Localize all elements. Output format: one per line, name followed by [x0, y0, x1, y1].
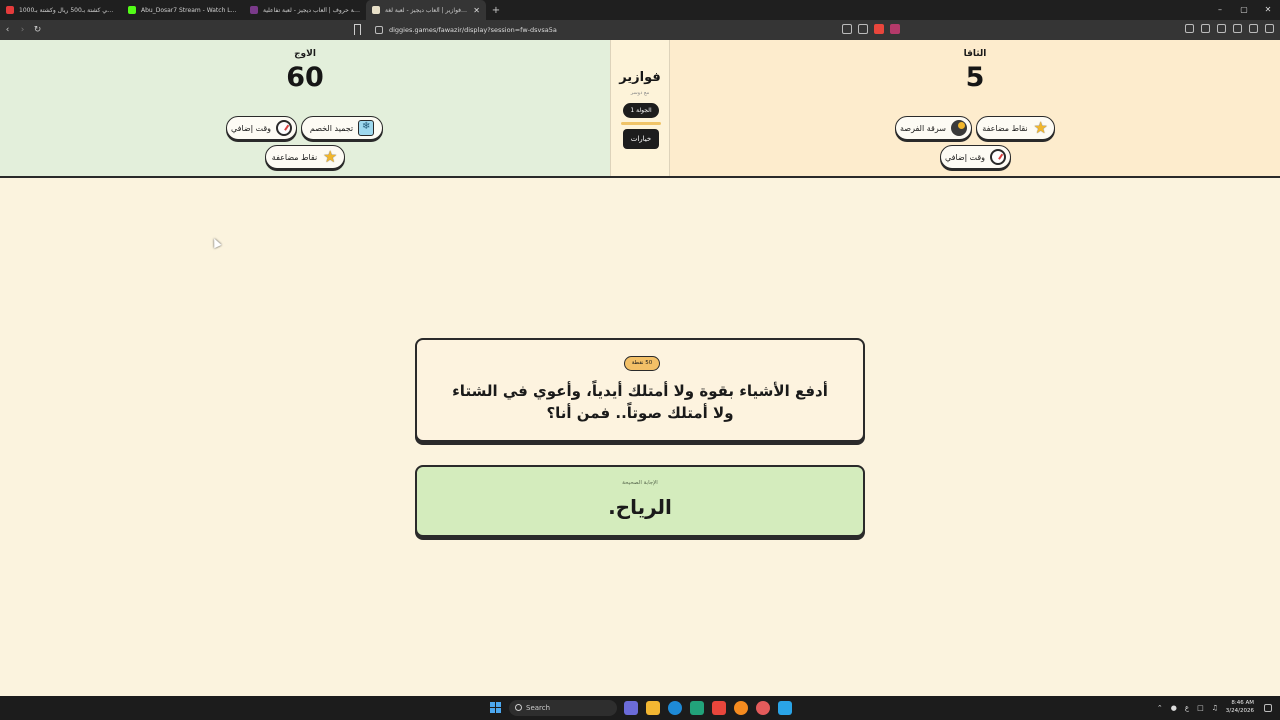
language-icon[interactable]: ع: [1185, 704, 1189, 712]
share-icon[interactable]: [858, 24, 868, 34]
taskbar-app-icon[interactable]: [690, 701, 704, 715]
taskbar-apps: [624, 701, 792, 715]
notification-icon[interactable]: [1264, 704, 1272, 712]
tab-favicon-icon: [128, 6, 136, 14]
powerup-label: وقت إضافي: [944, 152, 986, 162]
start-button[interactable]: [490, 702, 501, 713]
network-icon[interactable]: □: [1197, 704, 1204, 712]
team-name: الثاقا: [963, 49, 987, 59]
browser-tab[interactable]: فالكونز في كشتة بـ500 ريال وكشتة بـ1000: [0, 0, 122, 20]
taskbar-app-icon[interactable]: [624, 701, 638, 715]
taskbar-clock[interactable]: 8:46 AM 3/24/2026: [1226, 699, 1254, 715]
maximize-button[interactable]: ▢: [1232, 0, 1256, 20]
browser-tab-strip: فالكونز في كشتة بـ500 ريال وكشتة بـ1000 …: [0, 0, 1280, 20]
browser-tab-active[interactable]: لعبة فوازير | ألعاب ديجيز - لعبة لغة ✕: [366, 0, 486, 20]
taskbar-app-icon[interactable]: [734, 701, 748, 715]
app-subtitle: مع دوسر: [630, 90, 650, 96]
taskbar-app-icon[interactable]: [778, 701, 792, 715]
scoreboard: الاوج 60 وقت إضافي ❄ تجميد الخصم ★ نقاط …: [0, 40, 1280, 178]
edge-icon[interactable]: [668, 701, 682, 715]
translate-icon[interactable]: [842, 24, 852, 34]
app-title: فوازير: [619, 70, 661, 85]
options-button[interactable]: خيارات: [623, 129, 659, 149]
taskbar: Search ⌃ ● ع □ ♫ 8:46 AM 3/24/2026: [0, 696, 1280, 720]
game-center-panel: فوازير مع دوسر الجولة 1 خيارات: [610, 40, 670, 176]
sidebar-icon[interactable]: [1201, 24, 1210, 33]
minimize-button[interactable]: –: [1208, 0, 1232, 20]
double-points-button[interactable]: ★ نقاط مضاعفة: [265, 145, 345, 169]
reader-icon[interactable]: [1185, 24, 1194, 33]
team-panel-left: الاوج 60 وقت إضافي ❄ تجميد الخصم ★ نقاط …: [0, 40, 610, 176]
question-card: 50 نقطة أدفع الأشياء بقوة ولا أمتلك أيدي…: [415, 338, 865, 442]
new-tab-button[interactable]: +: [486, 5, 506, 16]
taskbar-search[interactable]: Search: [509, 700, 617, 716]
steal-turn-button[interactable]: سرقة الفرصة: [895, 116, 972, 140]
bookmark-icon[interactable]: [354, 24, 361, 35]
brave-shields-icon[interactable]: [874, 24, 884, 34]
extra-time-button[interactable]: وقت إضافي: [940, 145, 1011, 169]
reload-icon[interactable]: ↻: [30, 25, 45, 35]
tab-close-icon[interactable]: ✕: [473, 6, 480, 15]
vpn-icon[interactable]: [1249, 24, 1258, 33]
tab-title: Abu_Dosar7 Stream - Watch Live on Kick: [141, 6, 238, 14]
url-field[interactable]: diggies.games/fawazir/display?session=fw…: [389, 20, 557, 40]
mouse-cursor-icon: [210, 236, 222, 249]
clock-icon: [276, 120, 293, 136]
team-panel-right: الثاقا 5 سرقة الفرصة ★ نقاط مضاعفة وقت إ…: [670, 40, 1280, 176]
brave-rewards-icon[interactable]: [890, 24, 900, 34]
system-tray: ⌃ ● ع □ ♫: [1157, 696, 1218, 720]
points-badge: 50 نقطة: [624, 356, 660, 371]
address-actions: [842, 24, 900, 34]
powerup-label: تجميد الخصم: [309, 123, 354, 133]
powerup-label: سرقة الفرصة: [900, 123, 946, 133]
brave-icon[interactable]: [712, 701, 726, 715]
browser-tools: [1185, 24, 1274, 33]
team-score: 5: [965, 62, 985, 93]
team-name: الاوج: [294, 49, 316, 59]
extra-time-button[interactable]: وقت إضافي: [226, 116, 297, 140]
clock-icon: [990, 149, 1007, 165]
question-text: أدفع الأشياء بقوة ولا أمتلك أيدياً، وأعو…: [452, 382, 828, 422]
tab-title: لعبة فوازير | ألعاب ديجيز - لعبة لغة: [385, 6, 469, 14]
menu-icon[interactable]: [1265, 24, 1274, 33]
round-badge: الجولة 1: [623, 103, 659, 118]
clock-date: 3/24/2026: [1225, 708, 1254, 714]
powerup-label: نقاط مضاعفة: [982, 123, 1028, 133]
mic-icon[interactable]: ●: [1171, 704, 1177, 712]
browser-tab[interactable]: Abu_Dosar7 Stream - Watch Live on Kick: [122, 0, 244, 20]
tab-favicon-icon: [250, 6, 258, 14]
thief-icon: [950, 120, 967, 136]
chevron-up-icon[interactable]: ⌃: [1157, 704, 1163, 712]
powerup-label: نقاط مضاعفة: [271, 152, 318, 162]
back-icon[interactable]: ‹: [0, 25, 15, 35]
volume-icon[interactable]: ♫: [1212, 704, 1218, 712]
tab-title: فالكونز في كشتة بـ500 ريال وكشتة بـ1000: [19, 6, 116, 14]
clock-time: 8:46 AM: [1231, 700, 1254, 706]
freeze-opponent-button[interactable]: ❄ تجميد الخصم: [301, 116, 383, 140]
star-icon: ★: [1033, 118, 1048, 137]
answer-text: الرياح.: [608, 495, 672, 519]
address-bar: ‹ › ↻ diggies.games/fawazir/display?sess…: [0, 20, 1280, 40]
round-progress-bar: [621, 122, 661, 125]
tab-favicon-icon: [372, 6, 380, 14]
site-info-icon[interactable]: [375, 26, 383, 34]
team-score: 60: [286, 62, 324, 93]
close-window-button[interactable]: ✕: [1256, 0, 1280, 20]
extensions-icon[interactable]: [1233, 24, 1242, 33]
answer-label: الإجابة الصحيحة: [622, 480, 658, 486]
tab-title: لعبة حروف | ألعاب ديجيز - لعبة تفاعلية: [263, 6, 360, 14]
powerup-label: وقت إضافي: [230, 123, 272, 133]
file-explorer-icon[interactable]: [646, 701, 660, 715]
taskbar-app-icon[interactable]: [756, 701, 770, 715]
tab-favicon-icon: [6, 6, 14, 14]
window-controls: – ▢ ✕: [1208, 0, 1280, 20]
browser-tab[interactable]: لعبة حروف | ألعاب ديجيز - لعبة تفاعلية: [244, 0, 366, 20]
star-icon: ★: [323, 147, 338, 166]
answer-card: الإجابة الصحيحة الرياح.: [415, 465, 865, 537]
wallet-icon[interactable]: [1217, 24, 1226, 33]
double-points-button[interactable]: ★ نقاط مضاعفة: [976, 116, 1055, 140]
snowflake-icon: ❄: [358, 120, 375, 136]
forward-icon[interactable]: ›: [15, 25, 30, 35]
